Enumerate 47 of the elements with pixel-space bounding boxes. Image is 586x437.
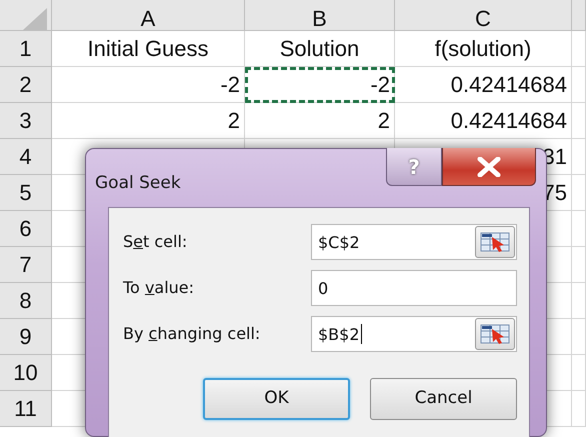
table-cell: -2 xyxy=(52,67,245,103)
table-cell xyxy=(572,247,586,283)
row-header[interactable]: 1 xyxy=(0,31,52,67)
table-cell xyxy=(572,319,586,355)
table-cell: 0.42414684 xyxy=(395,67,572,103)
table-cell xyxy=(572,67,586,103)
table-cell xyxy=(572,211,586,247)
table-cell: f(solution) xyxy=(395,31,572,67)
column-header[interactable]: B xyxy=(245,0,395,31)
table-cell: -2 xyxy=(245,67,395,103)
table-cell: 2 xyxy=(52,103,245,139)
table-cell xyxy=(572,139,586,175)
row-header[interactable]: 5 xyxy=(0,175,52,211)
grid-arrow-icon xyxy=(480,323,510,345)
close-icon xyxy=(476,156,502,176)
row-header[interactable]: 8 xyxy=(0,283,52,319)
table-cell xyxy=(572,31,586,67)
row-header[interactable]: 4 xyxy=(0,139,52,175)
row-header[interactable]: 11 xyxy=(0,391,52,427)
table-cell xyxy=(572,391,586,427)
input-field[interactable]: 0 xyxy=(311,270,517,306)
row-header[interactable]: 9 xyxy=(0,319,52,355)
cancel-button[interactable]: Cancel xyxy=(370,378,517,420)
row-header[interactable]: 6 xyxy=(0,211,52,247)
field-label: To value: xyxy=(123,277,196,299)
table-cell xyxy=(572,103,586,139)
grid-arrow-icon xyxy=(480,231,510,253)
close-button[interactable] xyxy=(442,148,536,186)
table-cell: 0.42414684 xyxy=(395,103,572,139)
column-header[interactable]: C xyxy=(395,0,572,31)
cell-picker-button[interactable] xyxy=(475,318,515,350)
table-cell xyxy=(572,175,586,211)
table-cell xyxy=(572,283,586,319)
ok-button[interactable]: OK xyxy=(203,378,350,420)
cell-picker-button[interactable] xyxy=(475,226,515,258)
table-cell xyxy=(572,355,586,391)
row-header[interactable]: 2 xyxy=(0,67,52,103)
table-cell: 2 xyxy=(245,103,395,139)
table-cell: Solution xyxy=(245,31,395,67)
field-label: By changing cell: xyxy=(123,323,262,345)
field-label: Set cell: xyxy=(123,231,188,253)
table-cell: Initial Guess xyxy=(52,31,245,67)
row-header[interactable]: 3 xyxy=(0,103,52,139)
column-header[interactable]: A xyxy=(52,0,245,31)
row-header[interactable]: 7 xyxy=(0,247,52,283)
window-title: Goal Seek xyxy=(95,172,181,195)
row-header[interactable]: 10 xyxy=(0,355,52,391)
